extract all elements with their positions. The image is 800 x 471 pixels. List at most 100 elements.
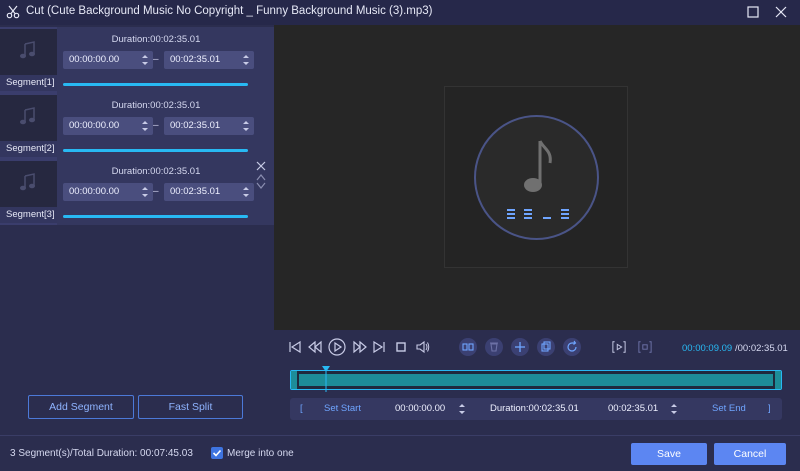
play-segment-icon[interactable] (612, 340, 626, 354)
playhead-marker[interactable] (321, 366, 331, 394)
maximize-icon[interactable] (746, 5, 760, 19)
skip-start-icon[interactable] (288, 340, 302, 354)
footer-bar: 3 Segment(s)/Total Duration: 00:07:45.03… (0, 435, 800, 471)
merge-checkbox[interactable] (211, 447, 223, 459)
timeline-end-handle[interactable] (775, 371, 781, 389)
segment-progress-bar (63, 83, 248, 86)
trim-start-time[interactable]: 00:00:00.00 (395, 403, 445, 414)
cancel-button[interactable]: Cancel (714, 443, 786, 465)
segment-end-input[interactable]: 00:02:35.01 (164, 183, 254, 201)
preview-area (274, 25, 800, 330)
window-title: Cut (Cute Background Music No Copyright … (26, 5, 433, 17)
segment-thumbnail (0, 161, 57, 207)
segment-thumbnail (0, 95, 57, 141)
add-button[interactable] (511, 338, 529, 356)
split-icon (462, 343, 474, 351)
merge-label: Merge into one (227, 448, 294, 459)
spinner-icon[interactable] (242, 53, 250, 67)
copy-icon (541, 341, 551, 352)
segment-end-value: 00:02:35.01 (170, 186, 221, 197)
segment-info: Duration:00:02:35.01 00:00:00.00 – 00:02… (57, 27, 274, 93)
close-bracket: ] (768, 403, 771, 414)
copy-button[interactable] (537, 338, 555, 356)
rewind-icon[interactable] (308, 340, 322, 354)
trim-duration: Duration:00:02:35.01 (490, 403, 579, 414)
segment-label: Segment[3] (0, 207, 57, 223)
music-note-icon (524, 140, 552, 192)
time-separator: – (153, 186, 159, 197)
volume-icon[interactable] (416, 340, 430, 354)
open-bracket: [ (300, 403, 303, 414)
spinner-icon[interactable] (242, 185, 250, 199)
remove-segment-icon[interactable] (256, 161, 266, 171)
segment-summary: 3 Segment(s)/Total Duration: 00:07:45.03 (10, 448, 193, 459)
music-note-icon (20, 107, 35, 125)
move-up-icon[interactable] (256, 174, 266, 181)
trim-bar: [ Set Start 00:00:00.00 Duration:00:02:3… (290, 398, 782, 420)
segment-duration: Duration:00:02:35.01 (111, 34, 201, 45)
trim-end-time[interactable]: 00:02:35.01 (608, 403, 658, 414)
segment-info: Duration:00:02:35.01 00:00:00.00 – 00:02… (57, 159, 274, 225)
spinner-icon[interactable] (458, 402, 466, 416)
time-separator: – (153, 54, 159, 65)
segment-start-input[interactable]: 00:00:00.00 (63, 183, 153, 201)
time-separator: – (153, 120, 159, 131)
segment-start-input[interactable]: 00:00:00.00 (63, 51, 153, 69)
segment-start-input[interactable]: 00:00:00.00 (63, 117, 153, 135)
split-button[interactable] (459, 338, 477, 356)
timeline-track[interactable] (290, 370, 782, 390)
total-time: /00:02:35.01 (735, 343, 788, 354)
segment-end-input[interactable]: 00:02:35.01 (164, 117, 254, 135)
fast-split-button[interactable]: Fast Split (138, 395, 243, 419)
current-time: 00:00:09.09 (682, 343, 733, 354)
reset-button[interactable] (563, 338, 581, 356)
spinner-icon[interactable] (141, 119, 149, 133)
segment-end-input[interactable]: 00:02:35.01 (164, 51, 254, 69)
checkmark-icon (212, 449, 222, 457)
set-start-button[interactable]: Set Start (324, 403, 361, 414)
segment-end-value: 00:02:35.01 (170, 120, 221, 131)
add-segment-button[interactable]: Add Segment (28, 395, 134, 419)
play-icon[interactable] (328, 338, 346, 356)
move-down-icon[interactable] (256, 182, 266, 189)
stop-segment-icon[interactable] (638, 340, 652, 354)
spinner-icon[interactable] (670, 402, 678, 416)
segment-duration: Duration:00:02:35.01 (111, 100, 201, 111)
segment-label: Segment[2] (0, 141, 57, 157)
segment-start-value: 00:00:00.00 (69, 186, 120, 197)
scissors-icon (6, 5, 20, 19)
segment-item[interactable]: Segment[3] Duration:00:02:35.01 00:00:00… (0, 159, 274, 225)
segment-end-value: 00:02:35.01 (170, 54, 221, 65)
segment-item[interactable]: Segment[1] Duration:00:02:35.01 00:00:00… (0, 27, 274, 93)
title-bar: Cut (Cute Background Music No Copyright … (0, 0, 800, 25)
segment-start-value: 00:00:00.00 (69, 54, 120, 65)
segment-info: Duration:00:02:35.01 00:00:00.00 – 00:02… (57, 93, 274, 159)
delete-icon (490, 342, 498, 352)
timeline-selection (299, 374, 773, 386)
timeline-start-handle[interactable] (291, 371, 297, 389)
spinner-icon[interactable] (141, 185, 149, 199)
music-note-icon (20, 41, 35, 59)
stop-icon[interactable] (394, 340, 408, 354)
segment-thumbnail (0, 29, 57, 75)
segment-progress-bar (63, 149, 248, 152)
save-button[interactable]: Save (631, 443, 707, 465)
segment-duration: Duration:00:02:35.01 (111, 166, 201, 177)
segment-start-value: 00:00:00.00 (69, 120, 120, 131)
skip-end-icon[interactable] (372, 340, 386, 354)
close-icon[interactable] (774, 5, 788, 19)
segment-list-panel: Segment[1] Duration:00:02:35.01 00:00:00… (0, 25, 274, 435)
add-icon (515, 342, 525, 352)
player-controls: 00:00:09.09 /00:02:35.01 [ Set Start 00:… (274, 330, 800, 435)
segment-progress-bar (63, 215, 248, 218)
audio-disc (474, 115, 599, 240)
fast-forward-icon[interactable] (353, 340, 367, 354)
spinner-icon[interactable] (242, 119, 250, 133)
set-end-button[interactable]: Set End (712, 403, 746, 414)
equalizer-icon (507, 209, 569, 219)
spinner-icon[interactable] (141, 53, 149, 67)
segment-item[interactable]: Segment[2] Duration:00:02:35.01 00:00:00… (0, 93, 274, 159)
music-note-icon (20, 173, 35, 191)
reset-icon (567, 340, 577, 352)
delete-button[interactable] (485, 338, 503, 356)
